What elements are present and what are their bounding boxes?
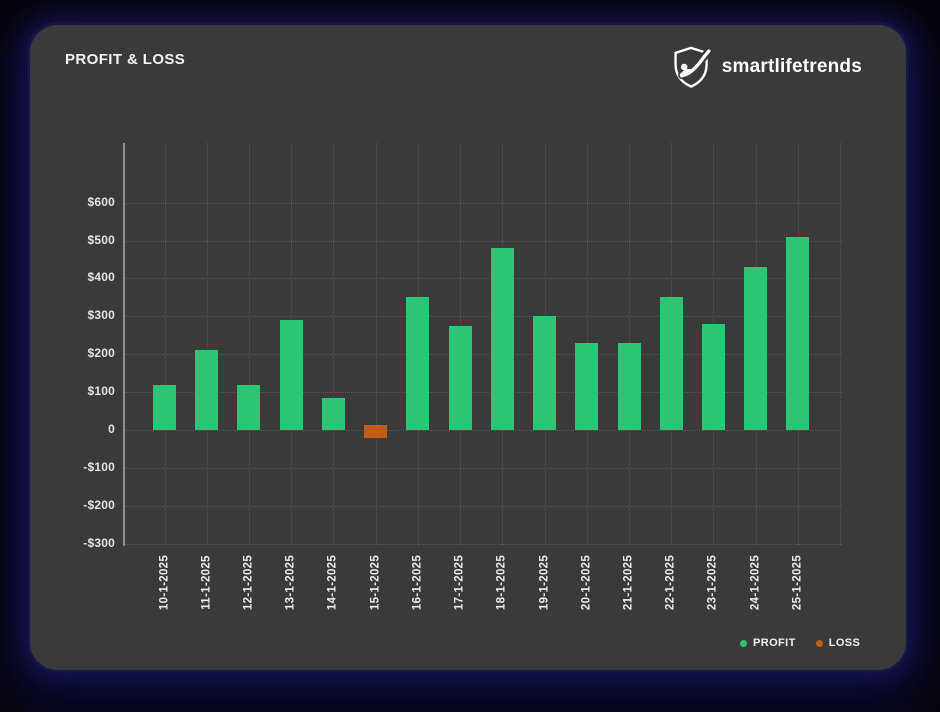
gridline-h xyxy=(125,203,842,204)
y-axis-tick-label: $100 xyxy=(35,384,115,398)
x-axis-tick-label: 14-1-2025 xyxy=(327,550,340,616)
bar-profit xyxy=(744,267,767,430)
x-axis-tick-label: 19-1-2025 xyxy=(538,550,551,616)
x-axis-tick-label: 15-1-2025 xyxy=(369,550,382,616)
brand: smartlifetrends xyxy=(671,45,862,89)
x-axis-tick-label: 25-1-2025 xyxy=(791,550,804,616)
bar-profit xyxy=(237,385,260,430)
bar-profit xyxy=(533,316,556,430)
gridline-h xyxy=(125,430,842,431)
y-axis-tick-label: $300 xyxy=(35,308,115,322)
bar-profit xyxy=(153,385,176,430)
bar-profit xyxy=(491,248,514,430)
bar-profit xyxy=(280,320,303,430)
y-axis-tick-label: -$300 xyxy=(35,536,115,550)
gridline-h xyxy=(125,354,842,355)
y-axis-tick-label: -$100 xyxy=(35,460,115,474)
bar-profit xyxy=(702,324,725,430)
y-axis-tick-label: $500 xyxy=(35,233,115,247)
brand-name: smartlifetrends xyxy=(722,56,862,78)
gridline-h xyxy=(125,506,842,507)
gridline-h xyxy=(125,316,842,317)
gridline-h xyxy=(125,241,842,242)
bar-profit xyxy=(575,343,598,430)
x-axis-tick-label: 18-1-2025 xyxy=(496,550,509,616)
y-axis-tick-label: $200 xyxy=(35,346,115,360)
legend-dot-icon xyxy=(740,640,747,647)
x-axis-tick-label: 11-1-2025 xyxy=(200,550,213,616)
gridline-h xyxy=(125,278,842,279)
shield-check-icon xyxy=(671,45,713,89)
bar-profit xyxy=(618,343,641,430)
y-axis-tick-label: 0 xyxy=(35,422,115,436)
y-axis-tick-label: -$200 xyxy=(35,498,115,512)
x-axis-tick-label: 13-1-2025 xyxy=(285,550,298,616)
gridline-v xyxy=(333,143,334,545)
gridline-v xyxy=(249,143,250,545)
x-axis-tick-label: 24-1-2025 xyxy=(749,550,762,616)
x-axis-tick-label: 20-1-2025 xyxy=(580,550,593,616)
x-axis-tick-label: 10-1-2025 xyxy=(158,550,171,616)
bar-profit xyxy=(195,350,218,430)
profit-loss-card: PROFIT & LOSS smartlifetrends $600$500$4… xyxy=(30,25,906,670)
y-axis-tick-label: $400 xyxy=(35,270,115,284)
bar-profit xyxy=(786,237,809,430)
gridline-v xyxy=(840,143,841,545)
gridline-h xyxy=(125,392,842,393)
bar-profit xyxy=(660,297,683,430)
x-axis-tick-label: 17-1-2025 xyxy=(454,550,467,616)
y-axis-tick-label: $600 xyxy=(35,195,115,209)
bar-profit xyxy=(322,398,345,430)
gridline-h xyxy=(125,544,842,545)
bar-profit xyxy=(449,326,472,430)
bar-loss xyxy=(364,425,387,438)
x-axis-tick-label: 23-1-2025 xyxy=(707,550,720,616)
page-title: PROFIT & LOSS xyxy=(65,51,185,68)
x-axis-tick-label: 16-1-2025 xyxy=(411,550,424,616)
legend-dot-icon xyxy=(816,640,823,647)
x-axis-tick-label: 12-1-2025 xyxy=(242,550,255,616)
x-axis-tick-label: 22-1-2025 xyxy=(665,550,678,616)
legend-item: LOSS xyxy=(816,637,861,649)
gridline-v xyxy=(376,143,377,545)
bar-profit xyxy=(406,297,429,430)
legend-label: LOSS xyxy=(829,637,861,649)
gridline-h xyxy=(125,468,842,469)
legend-item: PROFIT xyxy=(740,637,796,649)
gridline-v xyxy=(207,143,208,545)
legend-label: PROFIT xyxy=(753,637,796,649)
x-axis-tick-label: 21-1-2025 xyxy=(623,550,636,616)
gridline-v xyxy=(165,143,166,545)
plot-area: $600$500$400$300$200$1000-$100-$200-$300… xyxy=(123,143,842,545)
chart-legend: PROFIT LOSS xyxy=(740,637,860,649)
